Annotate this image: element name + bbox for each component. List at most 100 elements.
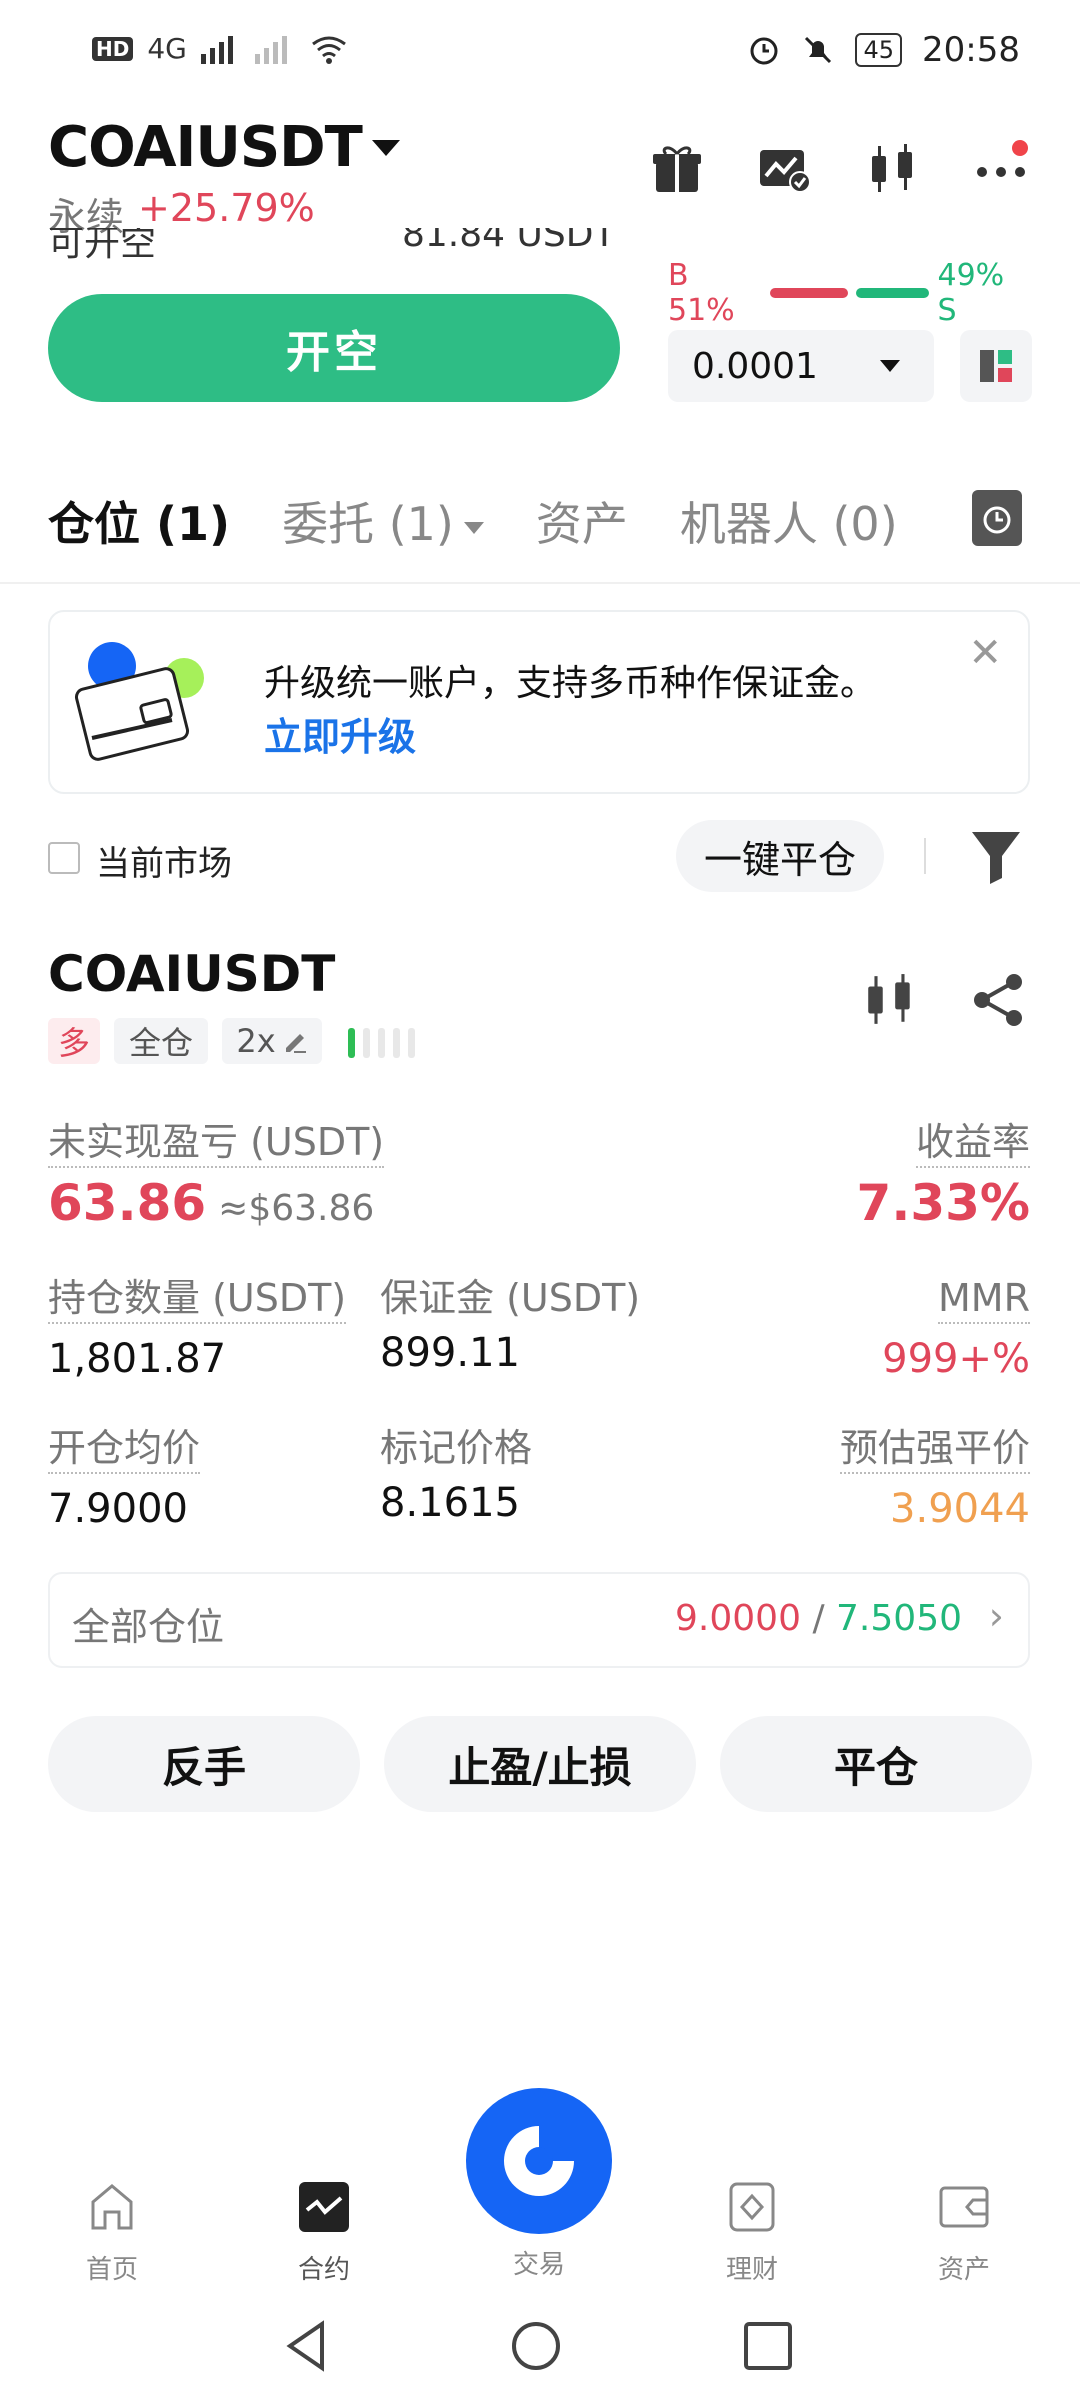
futures-icon	[299, 2182, 349, 2232]
chevron-right-icon: ›	[988, 1594, 1004, 1638]
pair-dropdown-caret-icon[interactable]	[372, 140, 400, 156]
current-market-label: 当前市场	[96, 844, 232, 884]
position-pair: COAIUSDT	[48, 945, 336, 1003]
reverse-button[interactable]: 反手	[48, 1716, 360, 1812]
all-positions-label: 全部仓位	[72, 1605, 225, 1649]
nav-assets-label: 资产	[937, 2255, 990, 2285]
signal-2-icon	[254, 35, 287, 64]
close-all-button[interactable]: 一键平仓	[676, 820, 884, 892]
mmr-label[interactable]: MMR	[938, 1276, 1030, 1324]
available-row: 可开空 81.84 USDT	[48, 228, 628, 264]
header-actions	[650, 142, 1028, 196]
notification-dot	[1012, 140, 1028, 156]
upgrade-now-link[interactable]: 立即升级	[264, 706, 416, 761]
tpsl-button[interactable]: 止盈/止损	[384, 1716, 696, 1812]
recents-icon[interactable]	[742, 2320, 794, 2372]
nav-trade-label: 交易	[512, 2250, 565, 2280]
buy-ratio: B 51%	[668, 258, 735, 328]
gift-icon[interactable]	[650, 142, 704, 196]
banner-title: 升级统一账户，支持多币种作保证金。	[264, 663, 877, 704]
unrealized-pnl-usd: ≈$63.86	[218, 1188, 375, 1229]
margin-value: 899.11	[380, 1330, 520, 1376]
buy-sell-ratio: B 51% 49% S	[668, 258, 1030, 328]
edit-icon	[285, 1034, 306, 1053]
share-icon[interactable]	[970, 972, 1026, 1028]
home-circle-icon[interactable]	[508, 2318, 564, 2374]
unrealized-pnl-value: 63.86	[48, 1174, 207, 1232]
status-bar: HD 4G 45 20:58	[0, 0, 1080, 110]
nav-assets[interactable]: 资产	[904, 2180, 1024, 2286]
network-type: 4G	[147, 32, 187, 65]
nav-home-label: 首页	[85, 2255, 138, 2285]
liq-price-value: 3.9044	[890, 1486, 1030, 1532]
sell-ratio-bar	[855, 288, 930, 298]
liq-price-label[interactable]: 预估强平价	[839, 1426, 1030, 1474]
current-market-checkbox[interactable]	[48, 842, 80, 874]
close-icon[interactable]: ✕	[968, 630, 1002, 676]
nav-earn[interactable]: 理财	[692, 2180, 812, 2286]
nav-futures[interactable]: 合约	[264, 2180, 384, 2286]
margin-mode-badge: 全仓	[114, 1018, 208, 1064]
quantity-step-value: 0.0001	[692, 345, 818, 387]
tab-orders[interactable]: 委托 (1)	[282, 488, 484, 554]
chart-check-icon[interactable]	[758, 142, 812, 196]
tab-bots[interactable]: 机器人 (0)	[680, 488, 898, 554]
divider	[0, 582, 1080, 584]
battery-indicator: 45	[855, 33, 903, 67]
wifi-icon	[311, 36, 346, 64]
back-icon[interactable]	[282, 2318, 332, 2374]
history-document-icon[interactable]	[972, 490, 1022, 546]
layout-toggle-button[interactable]	[960, 330, 1032, 402]
available-value: 81.84 USDT	[402, 228, 616, 255]
nav-home[interactable]: 首页	[52, 2180, 172, 2286]
mmr-value: 999+%	[882, 1336, 1030, 1382]
entry-price-label[interactable]: 开仓均价	[48, 1426, 201, 1474]
hd-icon: HD	[92, 36, 134, 61]
all-positions-green: 7.5050	[836, 1598, 962, 1639]
all-positions-row[interactable]: 全部仓位 9.0000 / 7.5050 ›	[48, 1572, 1030, 1668]
tab-assets[interactable]: 资产	[536, 488, 628, 554]
nav-trade-button[interactable]	[466, 2088, 612, 2234]
status-right: 45 20:58	[747, 30, 1020, 70]
pair-title[interactable]: COAIUSDT	[48, 115, 363, 180]
size-value: 1,801.87	[48, 1336, 227, 1382]
mark-price-value: 8.1615	[380, 1480, 520, 1526]
nav-futures-label: 合约	[297, 2255, 350, 2285]
margin-label: 保证金 (USDT)	[380, 1276, 641, 1320]
wallet-illustration-icon	[74, 642, 204, 761]
entry-price-value: 7.9000	[48, 1486, 188, 1532]
layout-icon	[980, 350, 1012, 382]
trade-icon	[504, 2126, 574, 2196]
earn-icon	[729, 2182, 775, 2232]
chevron-down-icon	[463, 521, 484, 534]
close-position-button[interactable]: 平仓	[720, 1716, 1032, 1812]
upgrade-banner[interactable]: 升级统一账户，支持多币种作保证金。 立即升级 ✕	[48, 610, 1030, 794]
available-label: 可开空	[48, 228, 157, 264]
all-positions-values: 9.0000 / 7.5050	[675, 1598, 962, 1639]
candlestick-icon[interactable]	[862, 972, 918, 1028]
size-label[interactable]: 持仓数量 (USDT)	[48, 1276, 347, 1324]
candlestick-icon[interactable]	[866, 142, 920, 196]
wallet-icon	[939, 2186, 989, 2228]
position-tabs: 仓位 (1) 委托 (1) 资产 机器人 (0)	[48, 488, 898, 554]
tab-orders-label: 委托 (1)	[282, 497, 454, 551]
filter-icon[interactable]	[968, 826, 1024, 886]
unrealized-pnl-label[interactable]: 未实现盈亏 (USDT)	[48, 1120, 385, 1168]
status-left: HD 4G	[92, 32, 349, 65]
all-positions-red: 9.0000	[675, 1598, 801, 1639]
open-short-button[interactable]: 开空	[48, 294, 620, 402]
home-icon	[91, 2184, 133, 2230]
clock: 20:58	[922, 30, 1020, 70]
unrealized-pnl: 63.86 ≈$63.86	[48, 1174, 374, 1232]
alarm-icon	[750, 37, 778, 65]
all-positions-separator: /	[812, 1598, 825, 1639]
sell-ratio: 49% S	[937, 258, 1005, 328]
roe-label[interactable]: 收益率	[915, 1120, 1030, 1168]
system-navigation	[0, 2318, 1080, 2378]
chevron-down-icon	[880, 360, 900, 372]
nav-earn-label: 理财	[725, 2255, 778, 2285]
risk-level-bars	[348, 1028, 415, 1058]
leverage-badge[interactable]: 2x	[222, 1018, 322, 1064]
tab-positions[interactable]: 仓位 (1)	[48, 488, 230, 554]
divider	[924, 838, 926, 874]
